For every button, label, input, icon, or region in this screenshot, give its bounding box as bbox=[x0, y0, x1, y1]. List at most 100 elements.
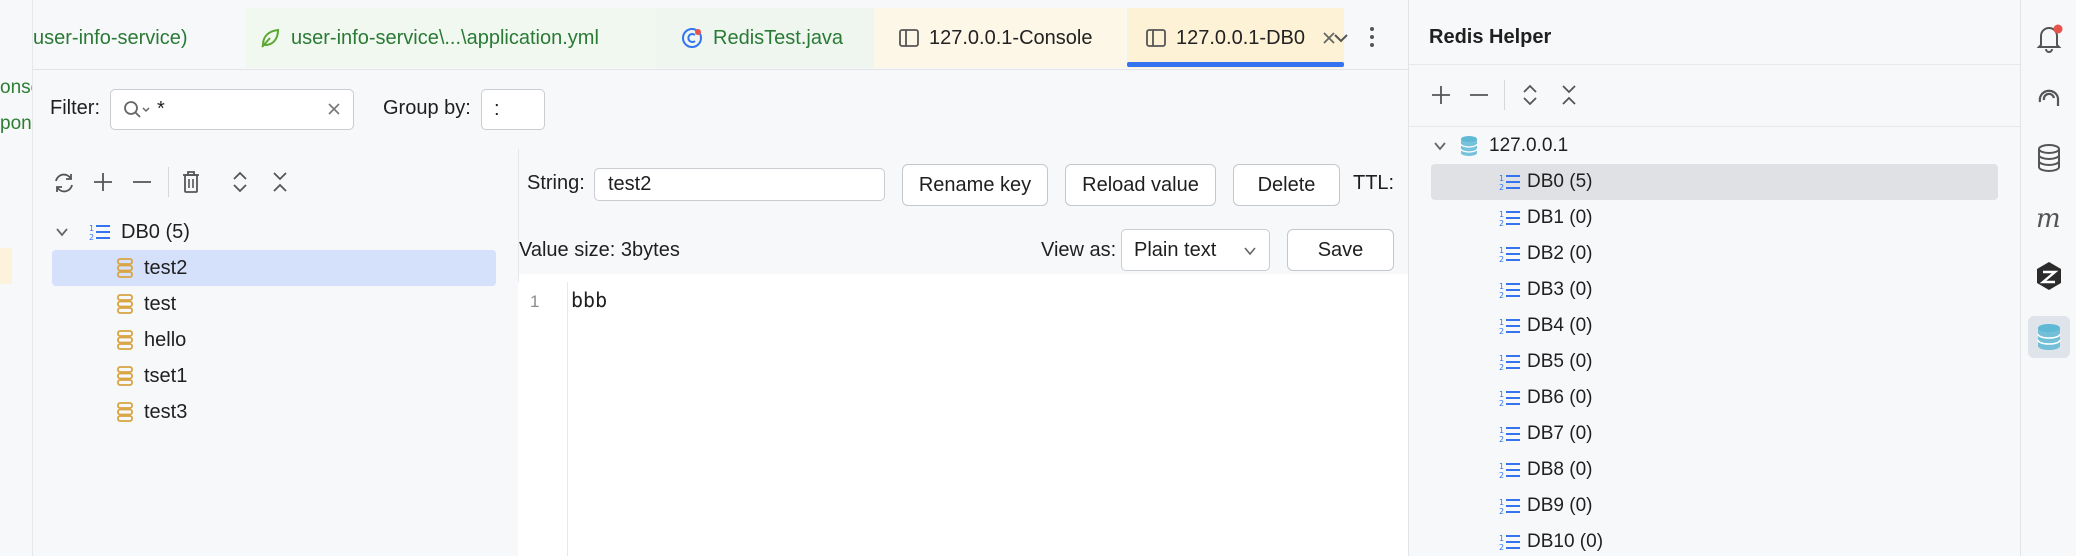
tree-db-node[interactable]: 12 DB0 (5) bbox=[33, 214, 518, 250]
key-name-input[interactable]: test2 bbox=[594, 168, 885, 201]
view-as-select[interactable]: Plain text bbox=[1121, 229, 1270, 271]
key-icon bbox=[116, 329, 144, 351]
notifications-icon[interactable] bbox=[2031, 20, 2067, 56]
panel-icon bbox=[898, 27, 929, 49]
svg-text:2: 2 bbox=[1499, 543, 1504, 552]
db-item[interactable]: 12 DB2 (0) bbox=[1431, 236, 1998, 272]
ai-assistant-icon[interactable] bbox=[2031, 80, 2067, 116]
view-as-value: Plain text bbox=[1134, 238, 1217, 261]
tab-db0[interactable]: 127.0.0.1-DB0 bbox=[1127, 8, 1344, 68]
db-item[interactable]: 12 DB1 (0) bbox=[1431, 200, 1998, 236]
svg-text:2: 2 bbox=[1499, 291, 1504, 300]
redis-helper-icon[interactable] bbox=[2028, 316, 2070, 358]
gutter-highlight bbox=[0, 248, 12, 284]
toolbar-separator bbox=[168, 167, 169, 197]
tab-application-yml[interactable]: user-info-service\...\application.yml bbox=[246, 8, 656, 68]
gutter-text-1: onse bbox=[0, 77, 32, 98]
editor-gutter: onse pon bbox=[0, 0, 33, 556]
string-label: String: bbox=[527, 172, 585, 194]
save-button[interactable]: Save bbox=[1287, 229, 1394, 271]
database-list-icon: 12 bbox=[1499, 390, 1520, 408]
db-item[interactable]: 12 DB6 (0) bbox=[1431, 380, 1998, 416]
remove-icon[interactable] bbox=[131, 171, 153, 193]
add-icon[interactable] bbox=[1430, 84, 1452, 106]
key-item[interactable]: test bbox=[52, 286, 496, 322]
redis-server-icon bbox=[1459, 135, 1479, 157]
tab-label: RedisTest.java bbox=[713, 26, 844, 49]
svg-text:1: 1 bbox=[1499, 498, 1504, 507]
add-icon[interactable] bbox=[92, 171, 114, 193]
search-icon bbox=[123, 100, 151, 120]
database-icon[interactable] bbox=[2031, 140, 2067, 176]
db-label: DB1 (0) bbox=[1527, 207, 1593, 228]
key-item[interactable]: tset1 bbox=[52, 358, 496, 394]
filter-bar: Filter: * Group by: : bbox=[33, 71, 1408, 149]
db-label: DB2 (0) bbox=[1527, 243, 1593, 264]
filter-input[interactable]: * bbox=[110, 89, 354, 130]
db-item[interactable]: 12 DB10 (0) bbox=[1431, 524, 1998, 556]
chevron-down-icon[interactable] bbox=[1433, 139, 1447, 153]
remove-icon[interactable] bbox=[1468, 84, 1490, 106]
svg-text:1: 1 bbox=[1499, 174, 1504, 183]
rename-key-button[interactable]: Rename key bbox=[902, 164, 1048, 206]
expand-all-icon[interactable] bbox=[1521, 83, 1539, 107]
group-by-input[interactable]: : bbox=[481, 89, 545, 130]
database-list-icon: 12 bbox=[1499, 174, 1520, 192]
database-list-icon: 12 bbox=[1499, 210, 1520, 228]
db-label: DB7 (0) bbox=[1527, 423, 1593, 444]
database-list-icon: 12 bbox=[89, 222, 121, 242]
reload-value-button[interactable]: Reload value bbox=[1065, 164, 1216, 206]
value-editor[interactable]: 1 bbb bbox=[518, 282, 1408, 556]
collapse-all-icon[interactable] bbox=[271, 170, 289, 194]
svg-text:1: 1 bbox=[1499, 318, 1504, 327]
db-item[interactable]: 12 DB9 (0) bbox=[1431, 488, 1998, 524]
tab-label: user-info-service\...\application.yml bbox=[291, 26, 599, 49]
key-item[interactable]: hello bbox=[52, 322, 496, 358]
db-item[interactable]: 12 DB5 (0) bbox=[1431, 344, 1998, 380]
panel-title: Redis Helper bbox=[1429, 26, 1552, 48]
collapse-all-icon[interactable] bbox=[1560, 83, 1578, 107]
key-icon bbox=[116, 257, 144, 279]
chevron-down-icon[interactable] bbox=[55, 225, 79, 239]
chevron-down-icon[interactable] bbox=[1331, 28, 1351, 48]
svg-text:2: 2 bbox=[1499, 327, 1504, 336]
maven-icon[interactable]: m bbox=[2031, 200, 2067, 236]
toolbar-separator bbox=[1504, 80, 1505, 110]
db-item[interactable]: 12 DB8 (0) bbox=[1431, 452, 1998, 488]
db-label: DB9 (0) bbox=[1527, 495, 1593, 516]
key-label: tset1 bbox=[144, 364, 188, 387]
db-label: DB4 (0) bbox=[1527, 315, 1593, 336]
svg-text:1: 1 bbox=[1499, 210, 1504, 219]
expand-all-icon[interactable] bbox=[231, 170, 249, 194]
plugin-icon[interactable] bbox=[2031, 258, 2067, 294]
more-vertical-icon[interactable] bbox=[1368, 26, 1376, 48]
key-label: test bbox=[144, 292, 177, 315]
db-item[interactable]: 12 DB3 (0) bbox=[1431, 272, 1998, 308]
db-item[interactable]: 12 DB4 (0) bbox=[1431, 308, 1998, 344]
spring-leaf-icon bbox=[258, 26, 291, 50]
db-item[interactable]: 12 DB7 (0) bbox=[1431, 416, 1998, 452]
group-by-label: Group by: bbox=[383, 97, 471, 119]
refresh-icon[interactable] bbox=[52, 171, 76, 195]
key-item[interactable]: test3 bbox=[52, 394, 496, 430]
redis-helper-panel: Redis Helper 127.0.0.1 12 DB0 (5) 12 DB1… bbox=[1408, 0, 2021, 556]
tab-user-info-service[interactable]: user-info-service) bbox=[33, 8, 238, 68]
db-label: DB10 (0) bbox=[1527, 531, 1604, 552]
svg-text:1: 1 bbox=[1499, 282, 1504, 291]
ttl-label: TTL: bbox=[1353, 172, 1395, 194]
tab-redistest-java[interactable]: RedisTest.java bbox=[656, 8, 874, 68]
key-icon bbox=[116, 293, 144, 315]
svg-text:2: 2 bbox=[1499, 399, 1504, 408]
svg-text:1: 1 bbox=[1499, 246, 1504, 255]
key-icon bbox=[116, 401, 144, 423]
db-item-selected[interactable]: 12 DB0 (5) bbox=[1431, 164, 1998, 200]
svg-text:m: m bbox=[2036, 204, 2061, 234]
key-item-selected[interactable]: test2 bbox=[52, 250, 496, 286]
tab-console[interactable]: 127.0.0.1-Console bbox=[874, 8, 1126, 68]
host-node[interactable]: 127.0.0.1 bbox=[1433, 128, 1993, 164]
trash-icon[interactable] bbox=[180, 170, 202, 194]
db-label: DB0 (5) bbox=[121, 220, 190, 243]
database-list-icon: 12 bbox=[1499, 282, 1520, 300]
delete-button[interactable]: Delete bbox=[1233, 164, 1340, 206]
clear-icon[interactable] bbox=[327, 102, 341, 116]
